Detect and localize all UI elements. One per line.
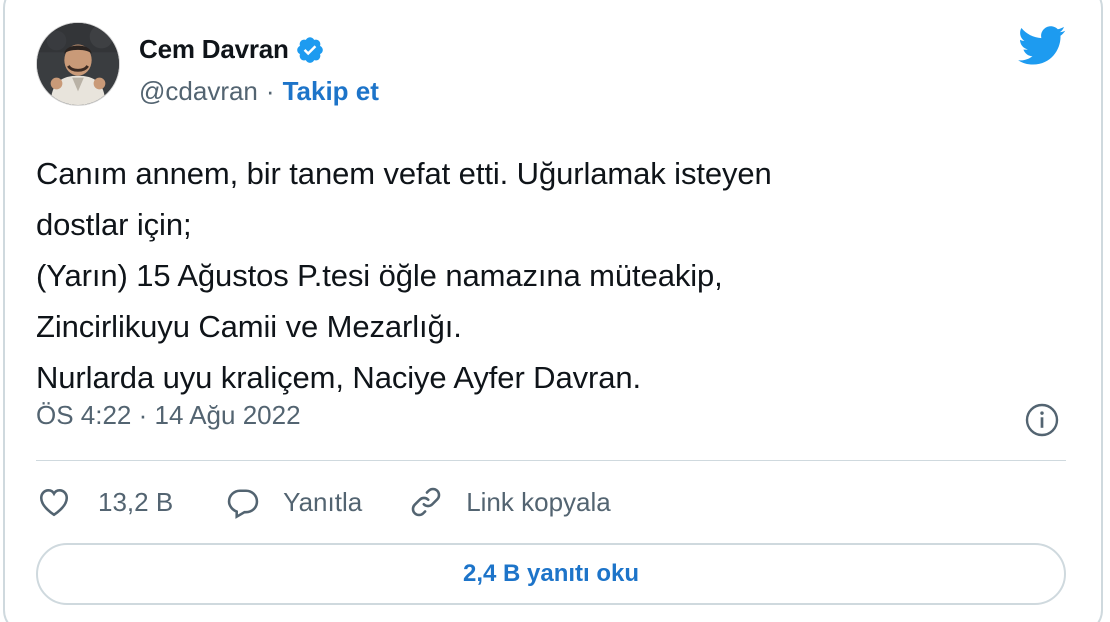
author-handle-row: @cdavran · Takip et <box>139 76 379 107</box>
link-icon <box>408 484 444 520</box>
tweet-line: dostlar için; <box>36 207 192 242</box>
follow-button[interactable]: Takip et <box>283 76 379 107</box>
tweet-line: (Yarın) 15 Ağustos P.tesi öğle namazına … <box>36 258 723 293</box>
reply-label: Yanıtla <box>283 486 363 517</box>
twitter-bird-icon[interactable] <box>1018 26 1066 66</box>
info-icon[interactable] <box>1024 402 1060 438</box>
author-name[interactable]: Cem Davran <box>139 34 289 65</box>
like-button[interactable]: 13,2 B <box>36 484 173 520</box>
heart-icon <box>36 484 72 520</box>
author-avatar[interactable] <box>36 22 120 106</box>
tweet-text: Canım annem, bir tanem vefat etti. Uğurl… <box>36 148 1036 403</box>
copy-link-button[interactable]: Link kopyala <box>408 484 611 520</box>
author-handle[interactable]: @cdavran <box>139 76 258 107</box>
avatar-photo <box>37 23 119 105</box>
action-bar: 13,2 B Yanıtla Link kopyala <box>36 482 611 522</box>
read-replies-button[interactable]: 2,4 B yanıtı oku <box>36 543 1066 605</box>
reply-button[interactable]: Yanıtla <box>225 484 362 520</box>
verified-badge-icon <box>295 35 325 65</box>
tweet-timestamp[interactable]: ÖS 4:22 · 14 Ağu 2022 <box>36 400 301 431</box>
tweet-line: Canım annem, bir tanem vefat etti. Uğurl… <box>36 156 772 191</box>
author-name-row: Cem Davran <box>139 34 325 65</box>
divider <box>36 460 1066 461</box>
reply-bubble-icon <box>225 484 261 520</box>
separator-dot: · <box>265 76 275 106</box>
like-count: 13,2 B <box>98 486 174 517</box>
tweet-line: Nurlarda uyu kraliçem, Naciye Ayfer Davr… <box>36 360 642 395</box>
copy-link-label: Link kopyala <box>466 486 611 517</box>
tweet-line: Zincirlikuyu Camii ve Mezarlığı. <box>36 309 462 344</box>
